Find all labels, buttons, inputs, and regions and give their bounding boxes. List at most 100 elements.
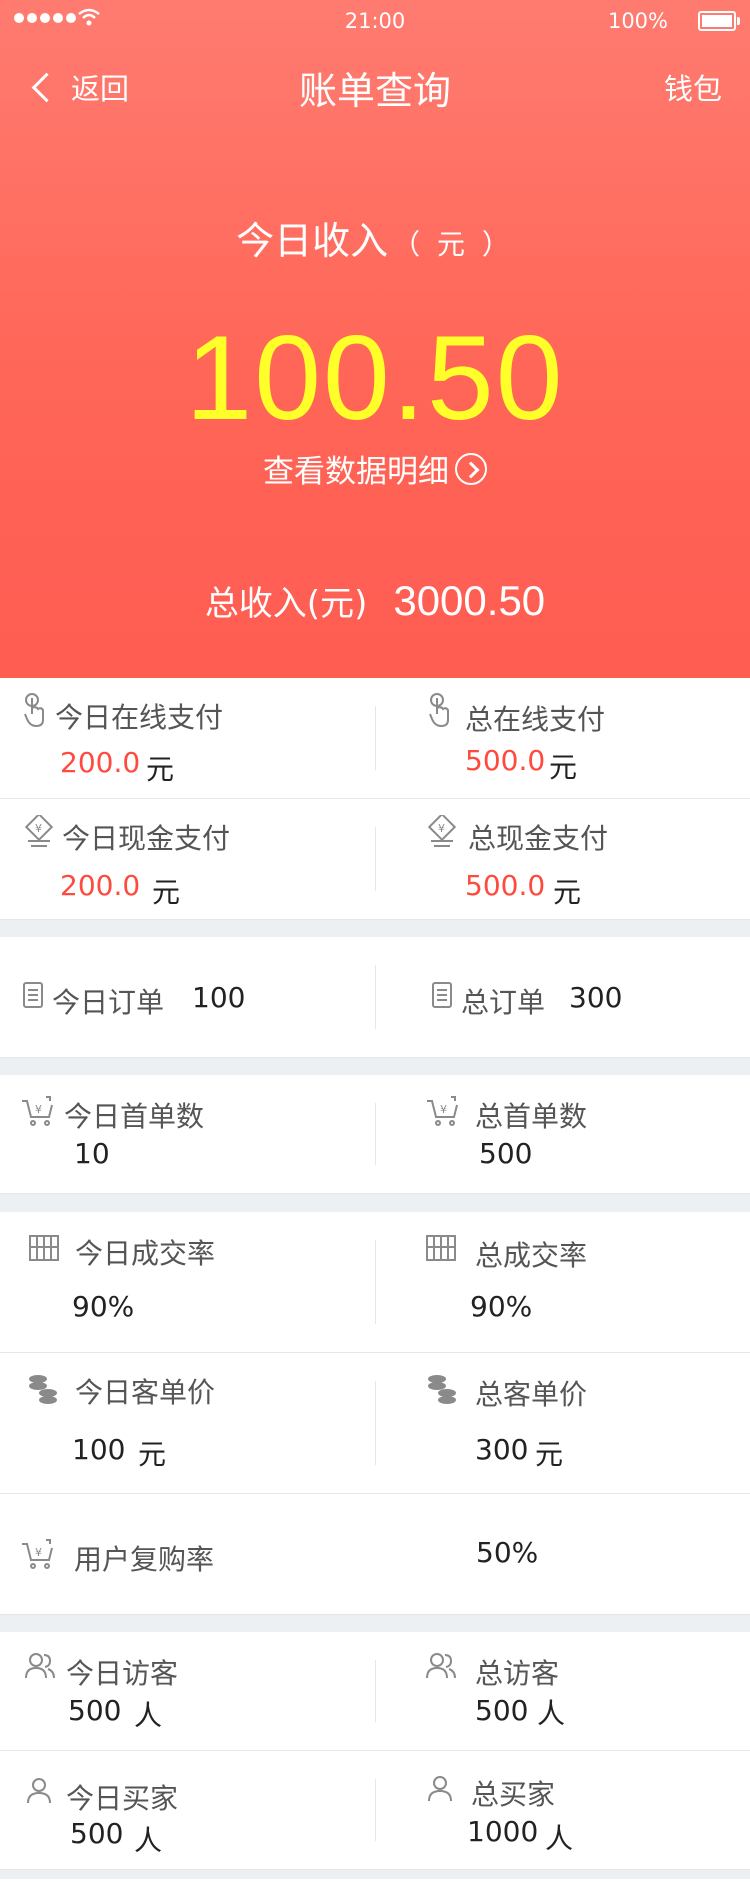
- hand-pointer-icon: [22, 692, 48, 728]
- divider: [375, 1103, 376, 1165]
- today-conversion: 今日成交率 90%: [0, 1212, 375, 1352]
- cart-yen-icon: ¥: [20, 1538, 56, 1570]
- total-orders-value: 300: [569, 981, 623, 1014]
- today-orders-label: 今日订单: [52, 986, 165, 1019]
- total-unit-price-label: 总客单价: [475, 1378, 588, 1411]
- battery-percent: 100%: [607, 9, 668, 33]
- today-conversion-value: 90%: [72, 1290, 135, 1323]
- coins-icon: [425, 1373, 459, 1405]
- cart-yen-icon: ¥: [20, 1095, 56, 1127]
- unit-label: 元: [535, 1438, 564, 1471]
- total-buyers-label: 总买家: [471, 1778, 556, 1811]
- orders-row: 今日订单 100 总订单 300: [0, 937, 750, 1058]
- today-orders-value: 100: [192, 981, 246, 1014]
- section-gap: [0, 1194, 750, 1212]
- today-visitors-label: 今日访客: [66, 1657, 179, 1690]
- nav-bar: 返回 账单查询 钱包: [0, 50, 750, 120]
- total-visitors: 总访客 500 人: [375, 1632, 750, 1750]
- today-unit-price-value: 100: [72, 1433, 126, 1466]
- today-unit-price: 今日客单价 100 元: [0, 1353, 375, 1493]
- section-gap: [0, 1615, 750, 1632]
- user-icon: [26, 1777, 52, 1805]
- view-detail-link[interactable]: 查看数据明细: [0, 446, 750, 491]
- today-buyers: 今日买家 500 人: [0, 1751, 375, 1869]
- today-visitors-value: 500: [68, 1694, 122, 1727]
- battery-icon: [698, 11, 740, 31]
- total-first-orders: ¥ 总首单数 500: [375, 1075, 750, 1193]
- cash-pay-row: ¥ 今日现金支付 200.0 元 ¥ 总现金支付 500.0 元: [0, 799, 750, 920]
- unit-label: 人: [134, 1699, 163, 1732]
- receipt-icon: [22, 981, 44, 1009]
- total-conversion: 总成交率 90%: [375, 1212, 750, 1352]
- today-visitors: 今日访客 500 人: [0, 1632, 375, 1750]
- today-first-orders-value: 10: [74, 1137, 110, 1170]
- total-visitors-label: 总访客: [475, 1657, 560, 1690]
- unit-label: 人: [545, 1822, 574, 1855]
- unit-label: 元: [553, 876, 582, 909]
- total-conversion-label: 总成交率: [475, 1239, 588, 1272]
- total-first-orders-label: 总首单数: [475, 1100, 588, 1133]
- online-pay-row: 今日在线支付 200.0 元 总在线支付 500.0 元: [0, 678, 750, 799]
- today-first-orders-label: 今日首单数: [64, 1100, 205, 1133]
- conversion-row: 今日成交率 90% 总成交率 90%: [0, 1212, 750, 1353]
- receipt-icon: [431, 981, 453, 1009]
- divider: [375, 827, 376, 891]
- today-cash-pay: ¥ 今日现金支付 200.0 元: [0, 799, 375, 919]
- section-gap: [0, 1870, 750, 1879]
- wallet-button[interactable]: 钱包: [664, 66, 722, 108]
- divider: [375, 706, 376, 770]
- repurchase-value: 50%: [476, 1536, 539, 1569]
- cash-icon: ¥: [24, 815, 54, 849]
- users-icon: [24, 1652, 56, 1680]
- today-income-label: 今日收入（ 元 ）: [236, 219, 514, 263]
- repurchase-label: 用户复购率: [74, 1543, 215, 1576]
- abacus-icon: [425, 1234, 457, 1262]
- unit-price-row: 今日客单价 100 元 总客单价 300 元: [0, 1353, 750, 1494]
- status-bar: 21:00 100%: [0, 0, 750, 40]
- today-buyers-label: 今日买家: [66, 1782, 179, 1815]
- total-online-pay-label: 总在线支付: [465, 703, 606, 736]
- svg-text:¥: ¥: [35, 822, 42, 835]
- section-gap: [0, 920, 750, 937]
- total-unit-price-value: 300: [475, 1433, 529, 1466]
- coins-icon: [26, 1373, 60, 1405]
- today-cash-pay-label: 今日现金支付: [62, 822, 231, 855]
- total-cash-pay: ¥ 总现金支付 500.0 元: [375, 799, 750, 919]
- divider: [375, 965, 376, 1029]
- page-title: 账单查询: [298, 69, 451, 113]
- total-cash-pay-label: 总现金支付: [468, 822, 609, 855]
- today-unit-price-label: 今日客单价: [75, 1376, 216, 1409]
- divider: [375, 1779, 376, 1841]
- today-online-pay-value: 200.0: [60, 746, 141, 779]
- svg-text:¥: ¥: [35, 1103, 42, 1116]
- svg-text:¥: ¥: [438, 822, 445, 835]
- unit-label: 元: [549, 751, 578, 784]
- total-online-pay: 总在线支付 500.0 元: [375, 678, 750, 798]
- total-orders: 总订单 300: [375, 937, 750, 1057]
- total-income: 总收入(元) 3000.50: [0, 576, 750, 625]
- unit-label: 元: [152, 876, 181, 909]
- divider: [375, 1660, 376, 1722]
- total-unit-price: 总客单价 300 元: [375, 1353, 750, 1493]
- total-income-label: 总收入(元): [204, 584, 368, 624]
- total-buyers-value: 1000: [467, 1815, 539, 1848]
- today-cash-pay-value: 200.0: [60, 869, 141, 902]
- today-online-pay-label: 今日在线支付: [55, 701, 224, 734]
- today-online-pay: 今日在线支付 200.0 元: [0, 678, 375, 798]
- unit-label: 元: [146, 753, 175, 786]
- total-cash-pay-value: 500.0: [465, 869, 546, 902]
- unit-label: 人: [537, 1697, 566, 1730]
- abacus-icon: [28, 1234, 60, 1262]
- svg-text:¥: ¥: [35, 1546, 42, 1559]
- cash-icon: ¥: [427, 815, 457, 849]
- total-orders-label: 总订单: [461, 986, 546, 1019]
- total-online-pay-value: 500.0: [465, 744, 546, 777]
- total-visitors-value: 500: [475, 1694, 529, 1727]
- buyers-row: 今日买家 500 人 总买家 1000 人: [0, 1751, 750, 1870]
- divider: [375, 1240, 376, 1324]
- total-income-value: 3000.50: [393, 577, 546, 624]
- divider: [375, 1381, 376, 1465]
- hand-pointer-icon: [427, 692, 453, 728]
- total-conversion-value: 90%: [470, 1290, 533, 1323]
- users-icon: [425, 1652, 457, 1680]
